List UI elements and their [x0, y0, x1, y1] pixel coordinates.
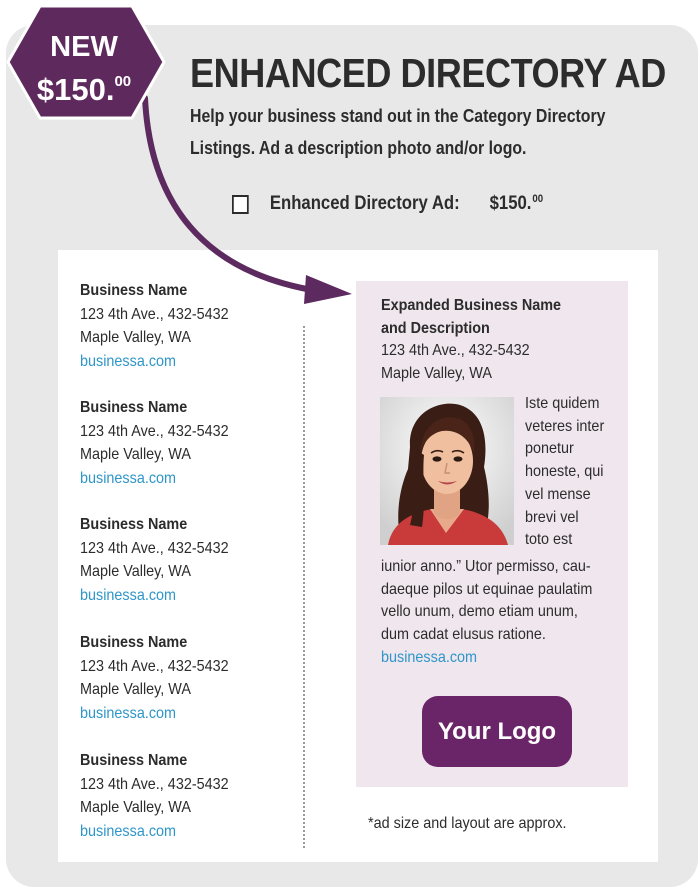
description-line: ponetur: [525, 440, 574, 458]
description-line: Iste quidem: [525, 395, 600, 412]
badge-price: $150.00: [14, 64, 154, 108]
featured-description: iunior anno.” Utor permisso, cau- daeque…: [381, 556, 624, 647]
page-title: ENHANCED DIRECTORY AD: [190, 50, 666, 96]
footnote: *ad size and layout are approx.: [368, 815, 567, 832]
listing-url[interactable]: businessa.com: [80, 702, 278, 726]
description-line: brevi vel: [525, 508, 579, 526]
subtitle-line: Listings. Ad a description photo and/or …: [190, 138, 527, 158]
listing-url[interactable]: businessa.com: [80, 350, 278, 374]
badge-price-dollars: $150.: [36, 72, 115, 107]
description-line: vello unum, demo etiam unum,: [381, 603, 578, 621]
description-line: veteres inter: [525, 417, 605, 435]
featured-url[interactable]: businessa.com: [381, 649, 477, 667]
option-price-dollars: $150.: [489, 193, 532, 214]
description-line: vel mense: [525, 485, 591, 503]
subtitle-line: Help your business stand out in the Cate…: [190, 106, 606, 126]
listing-city: Maple Valley, WA: [80, 329, 191, 346]
listing-address: 123 4th Ave., 432-5432: [80, 775, 229, 793]
new-badge: NEW $150.00: [14, 30, 154, 108]
listing-url[interactable]: businessa.com: [80, 584, 278, 608]
logo-placeholder-button[interactable]: Your Logo: [422, 696, 572, 767]
listing-city: Maple Valley, WA: [80, 681, 191, 698]
listing-name: Business Name: [80, 516, 188, 533]
listing-item: Business Name 123 4th Ave., 432-5432 Map…: [80, 513, 278, 607]
description-line: toto est: [525, 531, 573, 549]
featured-address: 123 4th Ave., 432-5432: [381, 342, 530, 359]
listing-item: Business Name 123 4th Ave., 432-5432 Map…: [80, 749, 278, 843]
featured-header: Expanded Business Name and Description 1…: [381, 295, 606, 385]
featured-title: Expanded Business Name: [381, 297, 562, 314]
listing-city: Maple Valley, WA: [80, 563, 191, 580]
description-line: daeque pilos ut equinae paulatim: [381, 580, 593, 598]
listing-city: Maple Valley, WA: [80, 446, 191, 463]
featured-title: and Description: [381, 319, 490, 337]
description-line: iunior anno.” Utor permisso, cau-: [381, 558, 591, 575]
option-price-cents: 00: [532, 193, 544, 205]
listing-name: Business Name: [80, 399, 188, 416]
listing-address: 123 4th Ave., 432-5432: [80, 305, 229, 323]
page-subtitle: Help your business stand out in the Cate…: [190, 100, 665, 164]
listing-url[interactable]: businessa.com: [80, 467, 278, 491]
option-label: Enhanced Directory Ad:: [269, 193, 460, 214]
listing-name: Business Name: [80, 634, 188, 651]
badge-price-cents: 00: [114, 73, 132, 90]
featured-city: Maple Valley, WA: [381, 364, 492, 382]
listing-item: Business Name 123 4th Ave., 432-5432 Map…: [80, 631, 278, 725]
option-price: $150.00: [490, 193, 544, 215]
description-line: honeste, qui: [525, 463, 604, 481]
listing-item: Business Name 123 4th Ave., 432-5432 Map…: [80, 279, 278, 373]
business-photo: [380, 397, 514, 545]
portrait-illustration: [380, 397, 514, 545]
listing-name: Business Name: [80, 282, 188, 299]
enhanced-ad-option[interactable]: Enhanced Directory Ad: $150.00: [232, 193, 543, 215]
badge-new-label: NEW: [50, 31, 118, 63]
listing-address: 123 4th Ave., 432-5432: [80, 422, 229, 440]
listing-url[interactable]: businessa.com: [80, 820, 278, 844]
listing-address: 123 4th Ave., 432-5432: [80, 539, 229, 557]
listing-address: 123 4th Ave., 432-5432: [80, 657, 229, 675]
enhanced-ad-checkbox[interactable]: [232, 194, 249, 214]
featured-description-wrap: Iste quidem veteres inter ponetur honest…: [525, 393, 615, 552]
listing-name: Business Name: [80, 752, 188, 769]
listing-city: Maple Valley, WA: [80, 799, 191, 816]
column-divider: [303, 326, 305, 848]
description-line: dum cadat elusus ratione.: [381, 626, 546, 644]
listing-item: Business Name 123 4th Ave., 432-5432 Map…: [80, 396, 278, 490]
